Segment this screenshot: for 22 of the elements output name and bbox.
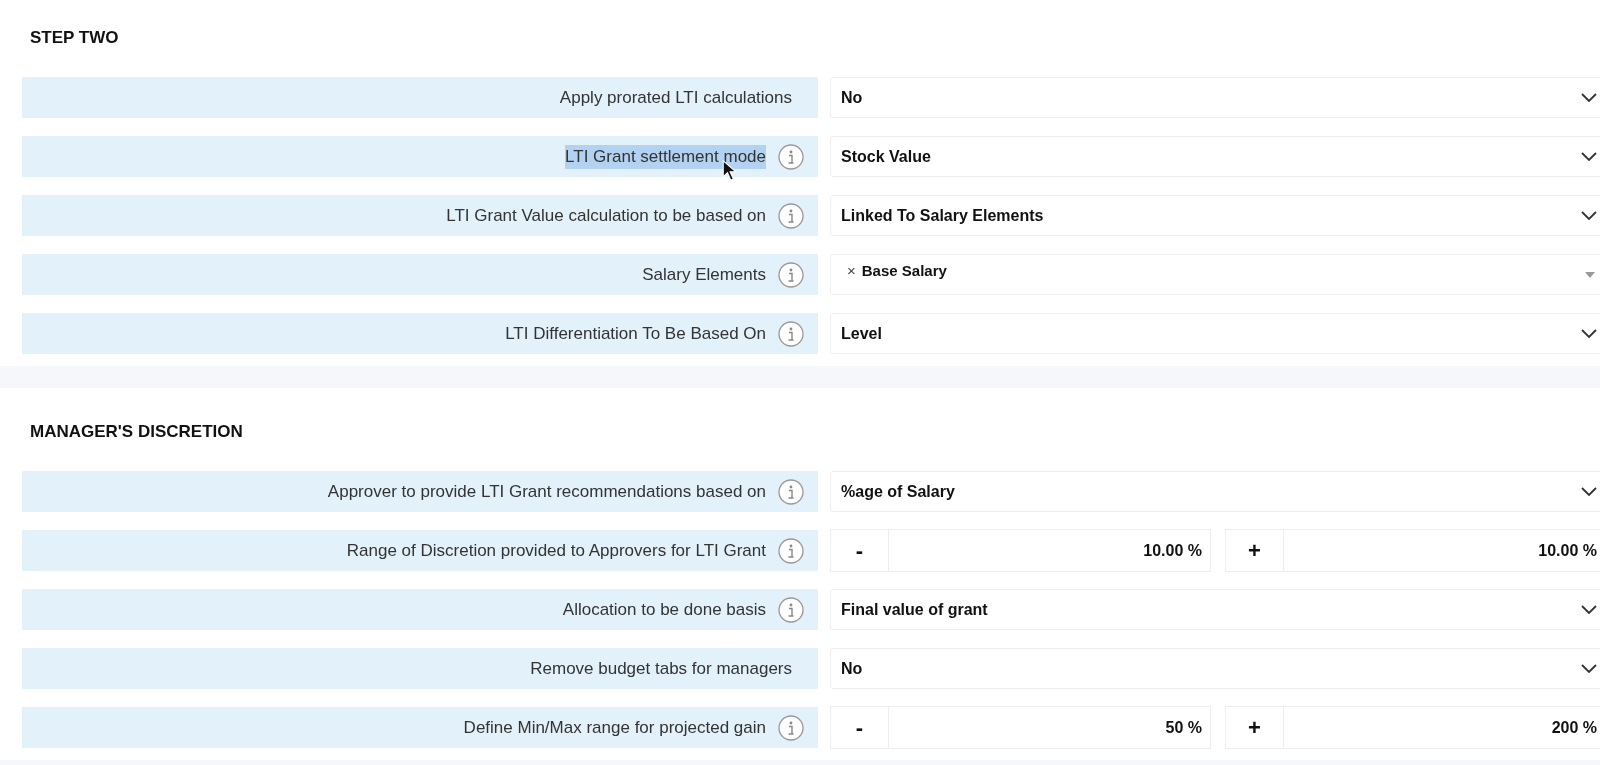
section-title: MANAGER'S DISCRETION bbox=[30, 422, 243, 442]
dropdown-field[interactable]: Final value of grant bbox=[830, 589, 1600, 630]
field-label: LTI Grant settlement mode bbox=[565, 144, 766, 169]
dropdown-field[interactable]: No bbox=[830, 77, 1600, 118]
field-label: LTI Grant Value calculation to be based on bbox=[446, 204, 766, 227]
field-label: Apply prorated LTI calculations bbox=[559, 86, 792, 109]
dropdown-field[interactable]: %age of Salary bbox=[830, 471, 1600, 512]
field-label: Define Min/Max range for projected gain bbox=[463, 716, 766, 739]
multiselect-field[interactable]: × Base Salary bbox=[830, 254, 1600, 295]
field-label: Range of Discretion provided to Approvers for LTI Grant bbox=[346, 539, 766, 562]
section-title: STEP TWO bbox=[30, 28, 119, 48]
field-label: Approver to provide LTI Grant recommendations based on bbox=[327, 480, 766, 503]
dropdown-field[interactable]: No bbox=[830, 648, 1600, 689]
tag-label: Base Salary bbox=[861, 262, 947, 279]
remove-tag-button[interactable]: × bbox=[847, 262, 856, 279]
dropdown-field[interactable]: Linked To Salary Elements bbox=[830, 195, 1600, 236]
field-label: Salary Elements bbox=[642, 263, 766, 286]
field-label: LTI Differentiation To Be Based On bbox=[505, 322, 766, 345]
field-label: Remove budget tabs for managers bbox=[530, 657, 792, 680]
dropdown-field[interactable]: Stock Value bbox=[830, 136, 1600, 177]
dropdown-field[interactable]: Level bbox=[830, 313, 1600, 354]
field-label: Allocation to be done basis bbox=[562, 598, 766, 621]
